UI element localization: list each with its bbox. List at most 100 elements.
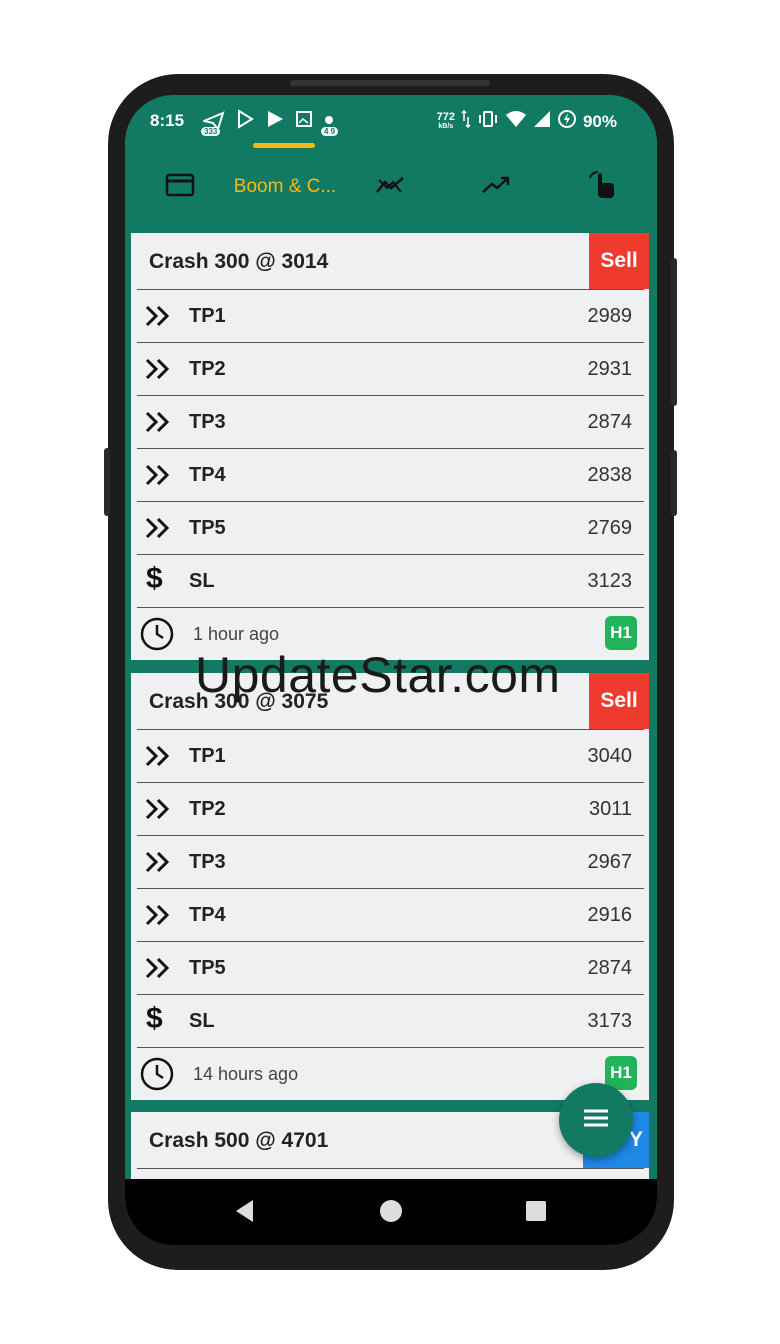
signal-icon — [533, 110, 551, 133]
target-value: 2874 — [587, 411, 633, 433]
volume-button — [671, 258, 677, 406]
target-value: 2967 — [587, 851, 633, 873]
vibrate-icon — [477, 110, 499, 133]
notification-icons: 333 4 9 — [200, 109, 345, 136]
signal-title: Crash 500 @ 4701 — [149, 1129, 329, 1152]
stop-loss-label: SL — [189, 1010, 215, 1032]
time-ago: 14 hours ago — [193, 1064, 299, 1084]
notif-count-1: 333 — [201, 126, 221, 136]
back-icon[interactable] — [233, 1198, 257, 1229]
earpiece — [290, 80, 490, 86]
target-value: 2931 — [587, 358, 633, 380]
target-row: TP3 2874 — [137, 396, 644, 449]
net-speed: 772 kB/s — [436, 110, 455, 131]
target-value: 2769 — [587, 517, 633, 539]
play-store-icon — [235, 109, 255, 134]
target-value: 3040 — [587, 745, 633, 767]
tab-boom-crash-label: Boom & C... — [233, 176, 337, 197]
power-button — [671, 450, 677, 516]
clock-icon — [139, 1056, 175, 1097]
target-label: TP4 — [189, 904, 226, 926]
tab-indicator — [253, 143, 315, 148]
side-button — [104, 448, 110, 516]
tab-bar: Boom & C... — [125, 143, 657, 231]
notif-count-2: 4 9 — [321, 126, 339, 136]
target-label: TP3 — [189, 851, 226, 873]
target-row: TP5 2769 — [137, 502, 644, 555]
target-row: TP5 2874 — [137, 942, 644, 995]
stop-loss-value: 3173 — [587, 1010, 633, 1032]
tab-tap[interactable] — [577, 167, 627, 207]
image-icon — [295, 110, 313, 133]
data-arrows-icon — [461, 109, 471, 134]
target-label: TP5 — [189, 517, 226, 539]
sell-button[interactable]: Sell — [589, 233, 649, 289]
battery-saver-icon — [557, 109, 577, 134]
net-speed-unit: kB/s — [438, 122, 454, 130]
card-header: Crash 300 @ 3014 Sell — [137, 233, 649, 290]
target-row: TP1 2989 — [137, 290, 644, 343]
target-row: TP4 2838 — [137, 449, 644, 502]
signal-card[interactable]: Crash 300 @ 3075 Sell TP1 3040 TP2 3011 … — [131, 673, 649, 1100]
telegram-icon: 333 — [200, 110, 225, 136]
net-speed-value: 772 — [436, 110, 455, 123]
double-chevron-icon — [144, 743, 172, 769]
status-bar: 8:15 333 4 9 772 kB/s 90% — [125, 95, 657, 143]
target-label: TP5 — [189, 957, 226, 979]
target-row: TP4 2916 — [137, 889, 644, 942]
trending-up-icon — [481, 174, 511, 201]
double-chevron-icon — [144, 409, 172, 435]
card-footer: 14 hours ago H1 — [137, 1048, 644, 1100]
tap-icon — [586, 170, 618, 205]
target-label: TP1 — [189, 745, 226, 767]
signal-title: Crash 300 @ 3014 — [149, 250, 329, 273]
double-chevron-icon — [144, 849, 172, 875]
target-row: TP1 3040 — [137, 730, 644, 783]
dollar-icon: $ — [146, 1002, 163, 1035]
stop-loss-row: $ SL 3173 — [137, 995, 644, 1048]
double-chevron-icon — [144, 303, 172, 329]
menu-icon — [582, 1107, 610, 1134]
card-icon — [165, 173, 195, 202]
signal-card[interactable]: Crash 300 @ 3014 Sell TP1 2989 TP2 2931 … — [131, 233, 649, 660]
system-icons: 772 kB/s 90% — [437, 109, 617, 134]
dollar-icon: $ — [146, 562, 163, 595]
stop-loss-row: $ SL 3123 — [137, 555, 644, 608]
double-chevron-icon — [144, 356, 172, 382]
battery-level: 90% — [582, 111, 617, 131]
double-chevron-icon — [144, 515, 172, 541]
dot-icon: 4 9 — [321, 111, 345, 136]
target-row: TP2 3011 — [137, 783, 644, 836]
double-chevron-icon — [144, 902, 172, 928]
recents-icon[interactable] — [525, 1200, 547, 1227]
menu-fab[interactable] — [559, 1083, 633, 1157]
tab-trend-cross[interactable] — [365, 167, 415, 207]
double-chevron-icon — [144, 462, 172, 488]
target-label: TP2 — [189, 798, 226, 820]
stop-loss-label: SL — [189, 570, 215, 592]
target-row: TP3 2967 — [137, 836, 644, 889]
target-label: TP1 — [189, 305, 226, 327]
target-label: TP4 — [189, 464, 226, 486]
target-value: 2838 — [587, 464, 633, 486]
watermark: UpdateStar.com — [195, 647, 561, 703]
tab-boom-crash[interactable]: Boom & C... — [225, 167, 345, 207]
stop-loss-value: 3123 — [587, 570, 633, 592]
tab-card[interactable] — [155, 167, 205, 207]
double-chevron-icon — [144, 796, 172, 822]
target-label: TP2 — [189, 358, 226, 380]
timeframe-badge: H1 — [605, 616, 637, 650]
target-row: TP2 2931 — [137, 343, 644, 396]
sell-button[interactable]: Sell — [589, 673, 649, 729]
play-store-filled-icon — [265, 109, 285, 134]
target-value: 2916 — [587, 904, 633, 926]
home-icon[interactable] — [379, 1199, 403, 1228]
double-chevron-icon — [144, 955, 172, 981]
system-nav-bar — [125, 1179, 657, 1245]
trend-cross-icon — [375, 174, 405, 201]
tab-trending-up[interactable] — [471, 167, 521, 207]
status-time: 8:15 — [150, 111, 185, 130]
time-ago: 1 hour ago — [193, 624, 280, 644]
target-value: 2874 — [587, 957, 633, 979]
clock-icon — [139, 616, 175, 657]
